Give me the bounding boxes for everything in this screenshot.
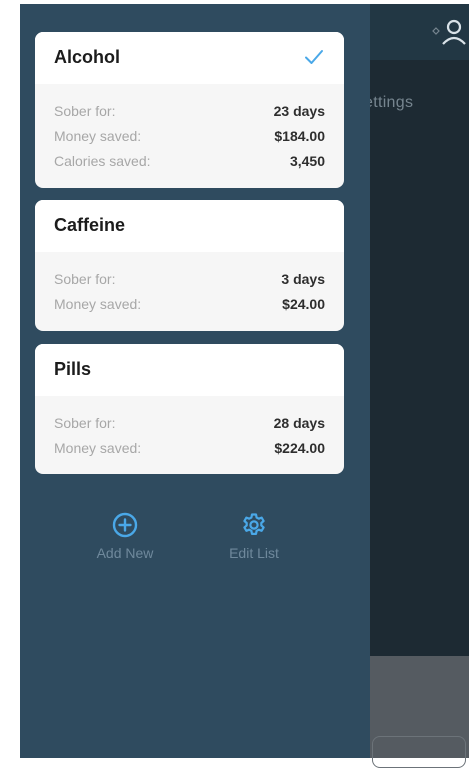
add-new-label: Add New: [96, 545, 154, 561]
stat-row: Calories saved: 3,450: [54, 148, 325, 173]
background-input: [372, 736, 466, 768]
habit-card-caffeine[interactable]: Caffeine Sober for: 3 days Money saved: …: [35, 200, 344, 331]
card-header: Caffeine: [35, 200, 344, 252]
stat-row: Money saved: $24.00: [54, 291, 325, 316]
habit-name: Caffeine: [54, 215, 126, 235]
checkmark-icon: [305, 50, 323, 64]
add-new-button[interactable]: Add New: [75, 512, 175, 561]
stat-value: 3 days: [281, 270, 325, 287]
side-drawer: Alcohol Sober for: 23 days Money saved: …: [20, 4, 370, 758]
stat-label: Sober for:: [54, 270, 116, 287]
drawer-actions: Add New Edit List: [20, 512, 370, 582]
profile-icon[interactable]: [428, 18, 468, 48]
habit-card-pills[interactable]: Pills Sober for: 28 days Money saved: $2…: [35, 344, 344, 474]
stat-row: Sober for: 23 days: [54, 98, 325, 123]
stat-value: 23 days: [273, 102, 325, 119]
habit-name: Pills: [54, 359, 92, 379]
plus-circle-icon: [112, 512, 138, 538]
stat-label: Money saved:: [54, 127, 142, 144]
card-header: Pills: [35, 344, 344, 396]
background-settings-tab[interactable]: ettings: [364, 94, 413, 112]
stat-label: Sober for:: [54, 102, 116, 119]
stat-value: $184.00: [274, 127, 325, 144]
stat-row: Sober for: 28 days: [54, 410, 325, 435]
habit-card-alcohol[interactable]: Alcohol Sober for: 23 days Money saved: …: [35, 32, 344, 188]
card-header: Alcohol: [35, 32, 344, 84]
stat-value: $224.00: [274, 439, 325, 456]
stats-list: Sober for: 28 days Money saved: $224.00: [35, 396, 344, 460]
stat-row: Money saved: $224.00: [54, 435, 325, 460]
stat-label: Calories saved:: [54, 152, 151, 169]
edit-list-label: Edit List: [229, 545, 279, 561]
stat-row: Sober for: 3 days: [54, 266, 325, 291]
gear-icon: [243, 513, 265, 535]
stat-label: Money saved:: [54, 439, 142, 456]
stat-value: $24.00: [282, 295, 325, 312]
stat-label: Sober for:: [54, 414, 116, 431]
stats-list: Sober for: 23 days Money saved: $184.00 …: [35, 84, 344, 173]
edit-list-button[interactable]: Edit List: [204, 512, 304, 561]
stat-row: Money saved: $184.00: [54, 123, 325, 148]
stats-list: Sober for: 3 days Money saved: $24.00: [35, 252, 344, 316]
habit-name: Alcohol: [54, 47, 120, 67]
stat-label: Money saved:: [54, 295, 142, 312]
stat-value: 3,450: [289, 152, 325, 169]
stat-value: 28 days: [273, 414, 325, 431]
